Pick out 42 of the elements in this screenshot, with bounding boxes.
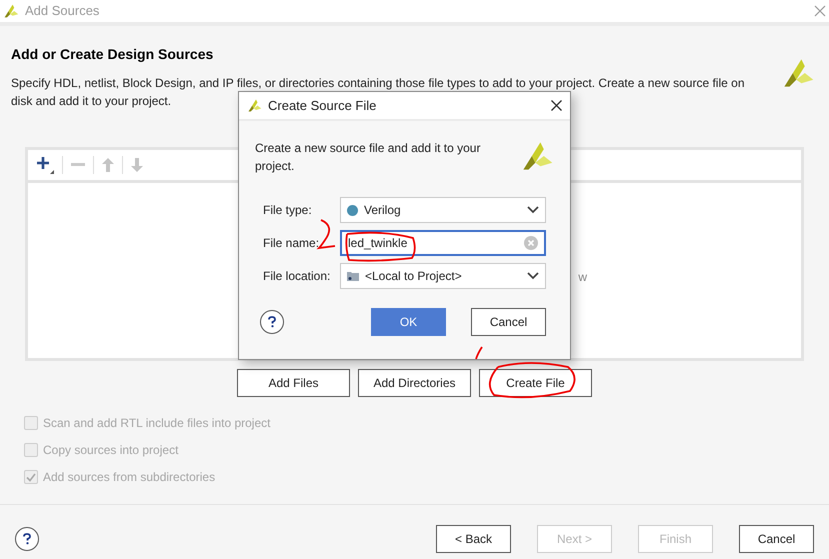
dialog-description: Create a new source file and add it to your project. [255,140,482,175]
move-up-icon[interactable] [102,158,114,172]
window-title: Add Sources [25,2,100,20]
field-label: File location: [263,268,332,285]
dialog-title: Create Source File [268,96,376,115]
clear-icon[interactable] [524,236,538,250]
file-name-field[interactable]: led_twinkle [340,230,546,256]
dialog-button[interactable]: Cancel [471,308,546,336]
checkbox-label: Copy sources into project [43,442,178,459]
field-value: led_twinkle [348,235,408,252]
check-icon [26,472,36,482]
move-down-icon[interactable] [131,158,143,172]
field-label: File type: [263,202,313,219]
chevron-down-icon [527,206,539,214]
wizard-button[interactable]: < Back [436,525,511,553]
add-icon[interactable] [36,156,54,174]
question-icon [22,533,32,545]
app-logo-icon [3,3,19,19]
dropdown[interactable]: <Local to Project> [340,263,546,289]
close-icon[interactable] [551,100,562,111]
chevron-down-icon [527,272,539,280]
folder-icon [347,271,359,281]
page-description: disk and add it to your project. [11,93,172,109]
help-button[interactable] [15,527,39,551]
list-action-button[interactable]: Add Directories [358,369,471,397]
list-hint: w [578,268,587,286]
dialog-logo-icon [247,98,262,113]
remove-icon[interactable] [71,163,85,167]
checkbox-label: Add sources from subdirectories [43,469,216,486]
page-description: Specify HDL, netlist, Block Design, and IP files, or directories containing those file types to add to your project. Create a new source file on [11,75,744,91]
list-action-button[interactable]: Add Files [237,369,350,397]
wizard-button[interactable]: Cancel [739,525,814,553]
dropdown-value: <Local to Project> [365,268,463,285]
dropdown[interactable]: Verilog [340,197,546,223]
question-icon [267,316,277,328]
checkbox-label: Scan and add RTL include files into project [43,415,270,432]
page-heading: Add or Create Design Sources [11,45,214,64]
dialog-button[interactable]: OK [371,308,446,336]
list-action-button[interactable]: Create File [479,369,592,397]
field-label: File name: [263,235,320,252]
dropdown-value: Verilog [364,202,402,219]
help-button[interactable] [260,310,284,334]
